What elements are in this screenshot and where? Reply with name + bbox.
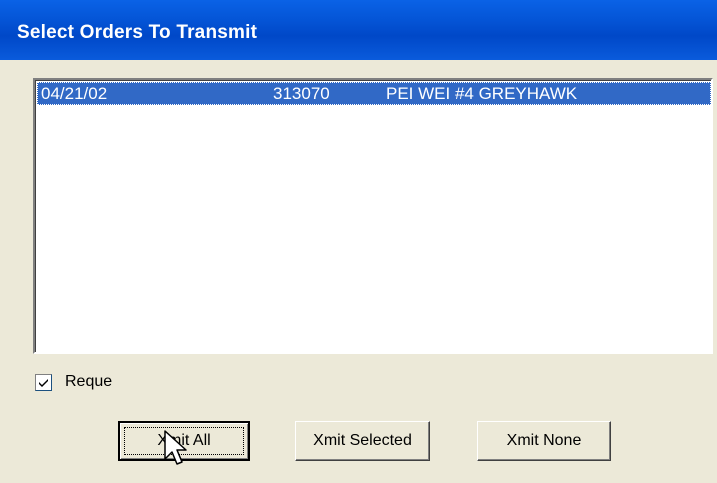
orders-list[interactable]: 04/21/02 313070 PEI WEI #4 GREYHAWK [33, 78, 713, 354]
xmit-selected-button[interactable]: Xmit Selected [295, 421, 430, 461]
xmit-all-button[interactable]: Xmit All [118, 421, 250, 461]
window-title: Select Orders To Transmit [17, 22, 258, 43]
title-bar: Select Orders To Transmit [0, 0, 717, 60]
order-number: 313070 [273, 84, 330, 103]
order-date: 04/21/02 [41, 84, 108, 103]
checkmark-icon [39, 379, 48, 387]
dialog-window: Select Orders To Transmit 04/21/02 31307… [0, 0, 717, 483]
xmit-all-label: Xmit All [157, 432, 211, 449]
xmit-none-label: Xmit None [506, 432, 582, 449]
xmit-selected-label: Xmit Selected [313, 432, 412, 449]
xmit-none-button[interactable]: Xmit None [477, 421, 611, 461]
order-name: PEI WEI #4 GREYHAWK [386, 84, 578, 103]
reque-checkbox[interactable] [35, 374, 52, 391]
reque-label: Reque [65, 373, 113, 390]
list-item[interactable]: 04/21/02 313070 PEI WEI #4 GREYHAWK [37, 82, 711, 105]
